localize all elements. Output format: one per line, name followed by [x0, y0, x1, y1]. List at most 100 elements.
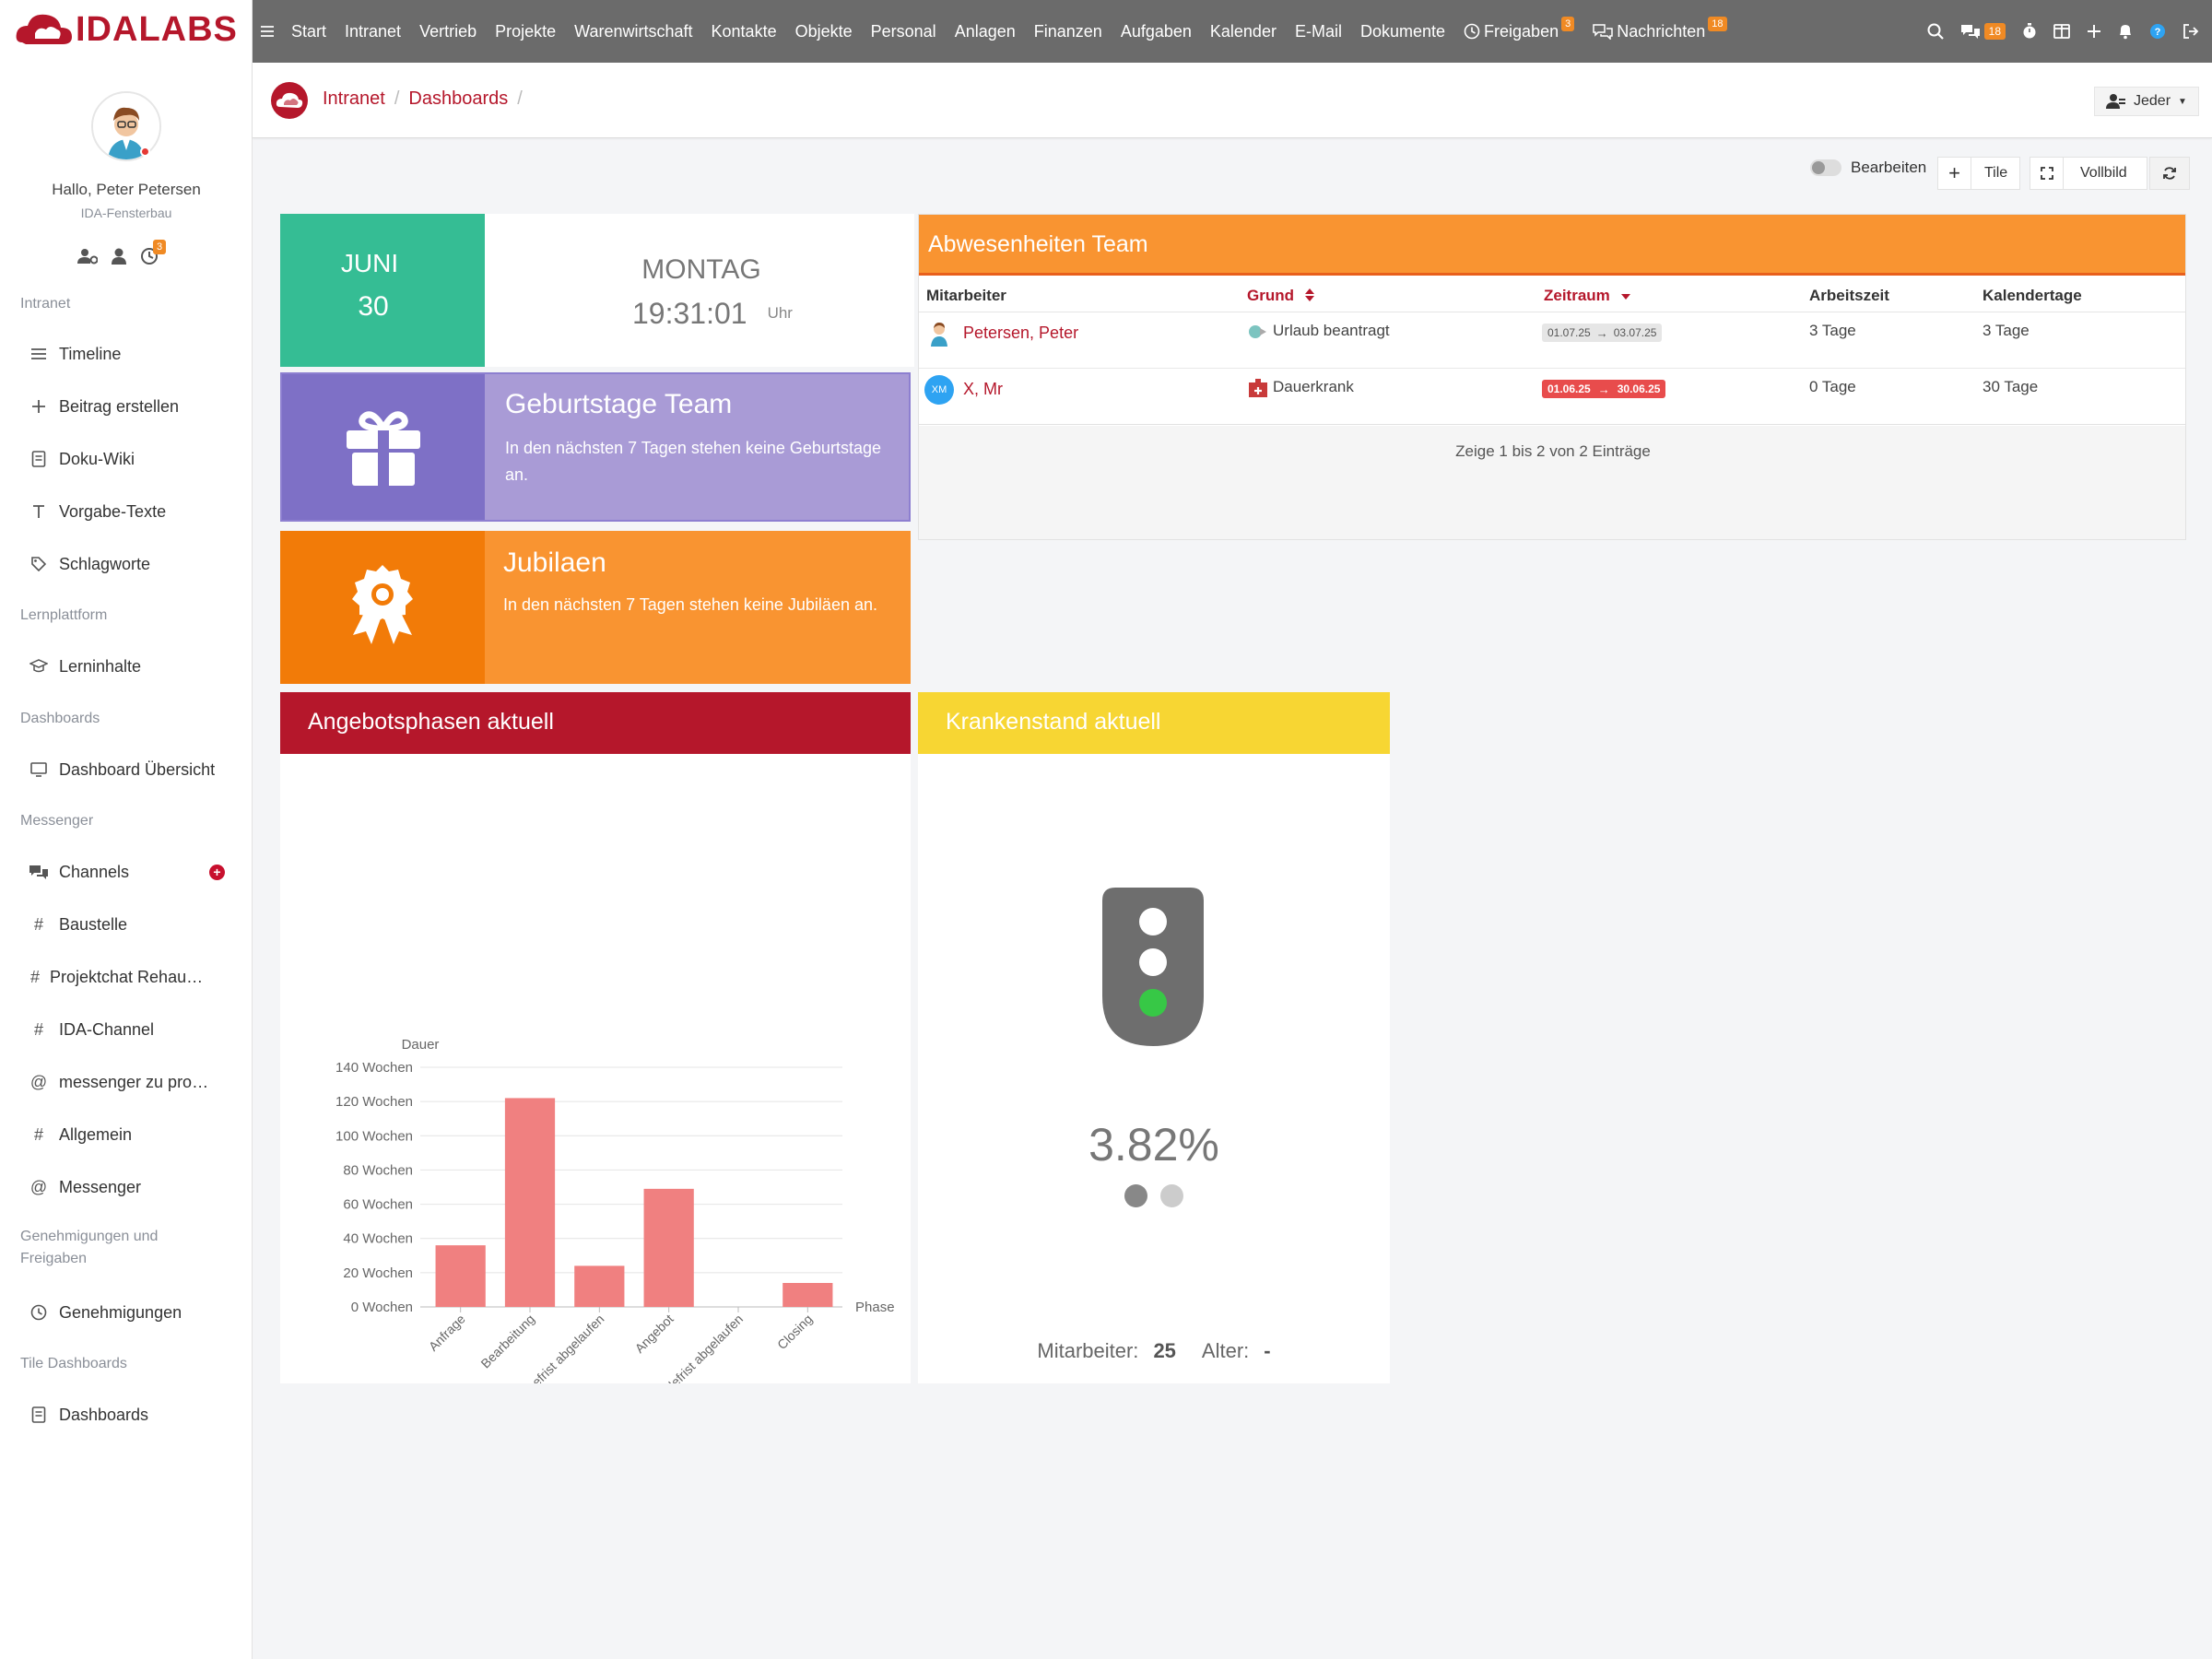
- jubilees-icon-panel: [280, 531, 485, 684]
- edit-toggle[interactable]: Bearbeiten: [1810, 159, 1926, 177]
- sidebar-item-dashboard-uebersicht[interactable]: Dashboard Übersicht: [28, 751, 230, 788]
- visibility-dropdown[interactable]: Jeder ▼: [2094, 87, 2199, 116]
- sidebar-item-baustelle[interactable]: # Baustelle: [28, 906, 230, 943]
- chat-shortcut[interactable]: 18: [1960, 23, 2006, 40]
- sidebar: IDALABS Hallo, Peter Petersen IDA-Fenste…: [0, 0, 253, 1659]
- nav-anlagen[interactable]: Anlagen: [955, 22, 1016, 41]
- nav-objekte[interactable]: Objekte: [795, 22, 853, 41]
- col-grund-label: Grund: [1247, 287, 1294, 304]
- sidebar-item-label: Lerninhalte: [59, 656, 142, 676]
- nav-email[interactable]: E-Mail: [1295, 22, 1342, 41]
- refresh-button[interactable]: [2149, 157, 2190, 190]
- stopwatch-icon[interactable]: [2022, 23, 2037, 40]
- date-range-badge: 01.07.25 → 03.07.25: [1542, 324, 1663, 342]
- nav-personal[interactable]: Personal: [871, 22, 936, 41]
- approvals-badge: 3: [153, 240, 167, 254]
- hash-icon: #: [33, 914, 43, 934]
- nav-projekte[interactable]: Projekte: [495, 22, 556, 41]
- nav-freigaben[interactable]: Freigaben 3: [1464, 17, 1575, 41]
- date-to: 30.06.25: [1617, 382, 1661, 395]
- jubilees-tile: Jubilaen In den nächsten 7 Tagen stehen …: [280, 531, 911, 684]
- sidebar-item-timeline[interactable]: Timeline: [28, 335, 230, 372]
- y-tick-label: 60 Wochen: [343, 1197, 413, 1213]
- breadcrumb-intranet[interactable]: Intranet: [323, 88, 385, 110]
- sidebar-item-lerninhalte[interactable]: Lerninhalte: [28, 648, 230, 685]
- users-icon: [2106, 94, 2125, 109]
- sort-icon: [1304, 288, 1314, 301]
- offers-title: Angebotsphasen aktuell: [308, 709, 554, 735]
- nav-start[interactable]: Start: [291, 22, 326, 41]
- employee-name[interactable]: Petersen, Peter: [963, 324, 1078, 343]
- nav-vertrieb[interactable]: Vertrieb: [419, 22, 477, 41]
- add-tile-button[interactable]: + Tile: [1937, 157, 2020, 190]
- help-icon[interactable]: ?: [2149, 23, 2166, 40]
- nav-kontakte[interactable]: Kontakte: [712, 22, 777, 41]
- sidebar-item-channels[interactable]: Channels: [28, 853, 230, 890]
- sidebar-item-genehmigungen[interactable]: Genehmigungen: [28, 1294, 230, 1331]
- breadcrumb-dashboards[interactable]: Dashboards: [408, 88, 508, 110]
- nav-aufgaben[interactable]: Aufgaben: [1121, 22, 1192, 41]
- employee-name[interactable]: X, Mr: [963, 380, 1003, 399]
- sidebar-item-messenger[interactable]: @ Messenger: [28, 1169, 230, 1206]
- bell-icon[interactable]: [2118, 23, 2133, 40]
- columns-icon[interactable]: [2053, 24, 2070, 39]
- nav-kalender[interactable]: Kalender: [1210, 22, 1277, 41]
- nav-finanzen[interactable]: Finanzen: [1034, 22, 1102, 41]
- y-tick-label: 100 Wochen: [335, 1128, 413, 1144]
- table-row[interactable]: XM X, Mr Dauerkrank 01.06.25 → 30.06.25 …: [919, 370, 2185, 425]
- edit-switch[interactable]: [1810, 159, 1841, 176]
- approvals-shortcut[interactable]: 3: [140, 240, 167, 265]
- add-channel-icon[interactable]: +: [209, 865, 225, 880]
- logout-icon[interactable]: [2183, 23, 2199, 40]
- sidebar-item-vorgabe-texte[interactable]: Vorgabe-Texte: [28, 493, 230, 530]
- sidebar-item-messenger-zu[interactable]: @ messenger zu pro…: [28, 1064, 230, 1100]
- col-zeitraum[interactable]: Zeitraum: [1544, 287, 1631, 305]
- search-icon[interactable]: [1927, 23, 1944, 40]
- user-avatar[interactable]: [91, 91, 161, 161]
- initials-avatar: XM: [924, 375, 954, 405]
- sidebar-item-label: Genehmigungen: [59, 1302, 182, 1322]
- calendar-days: 3 Tage: [1983, 322, 2030, 339]
- messages-icon: [1593, 24, 1613, 40]
- col-grund[interactable]: Grund: [1247, 287, 1315, 305]
- sidebar-item-doku-wiki[interactable]: Doku-Wiki: [28, 441, 230, 477]
- gift-icon: [347, 411, 420, 486]
- nav-warenwirtschaft[interactable]: Warenwirtschaft: [574, 22, 692, 41]
- sidebar-item-beitrag[interactable]: Beitrag erstellen: [28, 388, 230, 425]
- main-menu: Start Intranet Vertrieb Projekte Warenwi…: [253, 0, 1746, 63]
- worktime: 3 Tage: [1809, 322, 1856, 339]
- hamburger-menu-icon[interactable]: [260, 25, 275, 38]
- x-tick-label: Bearbeitung: [477, 1312, 537, 1371]
- sidebar-section-dashboards: Dashboards: [20, 711, 100, 726]
- profile-icon[interactable]: [111, 248, 127, 265]
- sidebar-item-allgemein[interactable]: # Allgemein: [28, 1116, 230, 1153]
- sidebar-item-schlagworte[interactable]: Schlagworte: [28, 546, 230, 582]
- sidebar-item-ida-channel[interactable]: # IDA-Channel: [28, 1011, 230, 1048]
- table-row[interactable]: Petersen, Peter Urlaub beantragt 01.07.2…: [919, 313, 2185, 369]
- date-tile: JUNI 30: [280, 214, 485, 367]
- sidebar-item-label: Dashboards: [59, 1405, 149, 1424]
- date-to: 03.07.25: [1613, 326, 1657, 339]
- col-kalendertage: Kalendertage: [1983, 287, 2082, 304]
- approvals-icon: [28, 1301, 50, 1324]
- add-icon[interactable]: [2087, 24, 2101, 39]
- nav-dokumente[interactable]: Dokumente: [1360, 22, 1445, 41]
- user-settings-icon[interactable]: [77, 248, 98, 265]
- bar: [574, 1265, 625, 1307]
- absence-reason: Urlaub beantragt: [1273, 322, 1390, 339]
- y-axis-title: Dauer: [402, 1037, 440, 1053]
- nav-intranet[interactable]: Intranet: [345, 22, 401, 41]
- nav-freigaben-label: Freigaben: [1484, 21, 1559, 41]
- absence-reason: Dauerkrank: [1273, 378, 1354, 395]
- carousel-dot[interactable]: [1160, 1184, 1183, 1207]
- carousel-dot-active[interactable]: [1124, 1184, 1147, 1207]
- plus-icon: [28, 395, 50, 418]
- nav-nachrichten[interactable]: Nachrichten 18: [1593, 17, 1727, 41]
- fullscreen-button[interactable]: Vollbild: [2030, 157, 2147, 190]
- app-logo[interactable]: IDALABS: [15, 9, 238, 50]
- main-content: Intranet / Dashboards / Jeder ▼ Bearbeit…: [253, 63, 2212, 1659]
- sidebar-item-projektchat[interactable]: # Projektchat Rehau…: [28, 959, 230, 995]
- birthdays-icon-panel: [282, 374, 485, 520]
- tag-icon: [28, 553, 50, 575]
- sidebar-item-dashboards[interactable]: Dashboards: [28, 1396, 230, 1433]
